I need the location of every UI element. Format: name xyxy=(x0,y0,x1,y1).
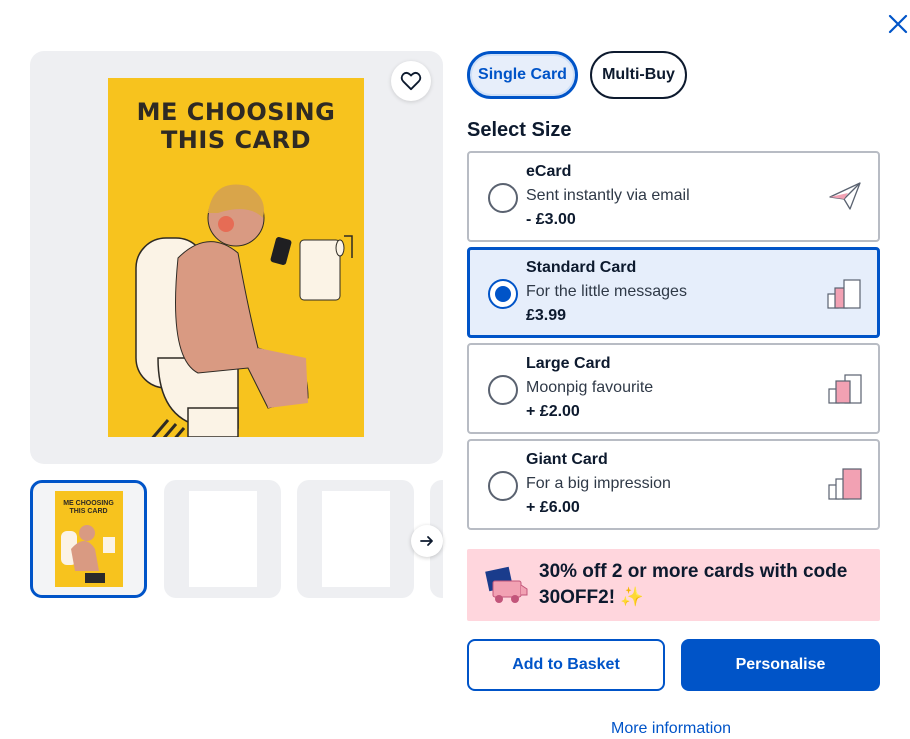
option-name: eCard xyxy=(526,163,572,180)
tab-single-card[interactable]: Single Card xyxy=(467,51,578,99)
promo-banner: 30% off 2 or more cards with code 30OFF2… xyxy=(467,549,880,621)
thumbnail-strip: ME CHOOSING THIS CARD xyxy=(30,480,443,598)
option-name: Standard Card xyxy=(526,259,637,276)
size-option-standard[interactable]: Standard Card For the little messages £3… xyxy=(467,247,880,338)
paper-plane-icon xyxy=(829,182,861,210)
radio-button-selected[interactable] xyxy=(488,279,518,309)
more-information-link[interactable]: More information xyxy=(611,720,731,738)
card-front-image: ME CHOOSING THIS CARD xyxy=(108,78,364,437)
card-preview: ME CHOOSING THIS CARD xyxy=(30,51,443,464)
arrow-right-icon xyxy=(420,536,433,546)
size-option-ecard[interactable]: eCard Sent instantly via email - £3.00 xyxy=(467,151,880,242)
option-description: For a big impression xyxy=(526,475,671,492)
card-size-giant-icon xyxy=(828,468,862,500)
card-title-line-2: THIS CARD xyxy=(160,126,312,154)
close-icon xyxy=(888,14,908,34)
thumbnail-image: ME CHOOSING THIS CARD xyxy=(54,491,123,587)
radio-button[interactable] xyxy=(488,183,518,213)
thumbnail-title-art: ME CHOOSING THIS CARD xyxy=(55,500,123,516)
size-option-giant[interactable]: Giant Card For a big impression + £6.00 xyxy=(467,439,880,530)
card-size-standard-icon xyxy=(827,279,861,309)
illustration-toilet-figure xyxy=(135,184,353,437)
promo-text: 30% off 2 or more cards with code 30OFF2… xyxy=(539,561,848,608)
option-description: Sent instantly via email xyxy=(526,187,690,204)
option-name: Giant Card xyxy=(526,451,608,468)
card-size-large-icon xyxy=(828,374,862,404)
radio-button[interactable] xyxy=(488,375,518,405)
heart-outline-icon xyxy=(400,71,422,91)
thumbnail-figure xyxy=(60,525,115,583)
close-button[interactable] xyxy=(884,10,910,38)
card-title-art: ME CHOOSING THIS CARD xyxy=(108,98,364,154)
thumbnail-card-front[interactable]: ME CHOOSING THIS CARD xyxy=(30,480,147,598)
option-price: - £3.00 xyxy=(526,211,576,228)
size-option-large[interactable]: Large Card Moonpig favourite + £2.00 xyxy=(467,343,880,434)
personalise-button[interactable]: Personalise xyxy=(681,639,880,691)
add-to-basket-button[interactable]: Add to Basket xyxy=(467,639,665,691)
select-size-heading: Select Size xyxy=(467,119,572,141)
option-price: + £6.00 xyxy=(526,499,580,516)
favourite-button[interactable] xyxy=(391,61,431,101)
option-description: Moonpig favourite xyxy=(526,379,654,396)
thumbnail-inside-left[interactable] xyxy=(164,480,281,598)
thumbnail-next-button[interactable] xyxy=(411,525,443,557)
radio-button[interactable] xyxy=(488,471,518,501)
option-price: + £2.00 xyxy=(526,403,580,420)
tab-multi-buy[interactable]: Multi-Buy xyxy=(590,51,687,99)
thumbnail-inside-right[interactable] xyxy=(297,480,414,598)
option-price: £3.99 xyxy=(526,307,567,324)
delivery-truck-icon xyxy=(485,566,528,603)
thumbnail-blank-page xyxy=(188,491,257,587)
thumbnail-title-line-1: ME CHOOSING xyxy=(63,500,114,507)
option-description: For the little messages xyxy=(526,283,687,300)
thumbnail-blank-page xyxy=(321,491,390,587)
option-name: Large Card xyxy=(526,355,611,372)
card-title-line-1: ME CHOOSING xyxy=(136,98,336,126)
thumbnail-title-line-2: THIS CARD xyxy=(69,508,108,515)
